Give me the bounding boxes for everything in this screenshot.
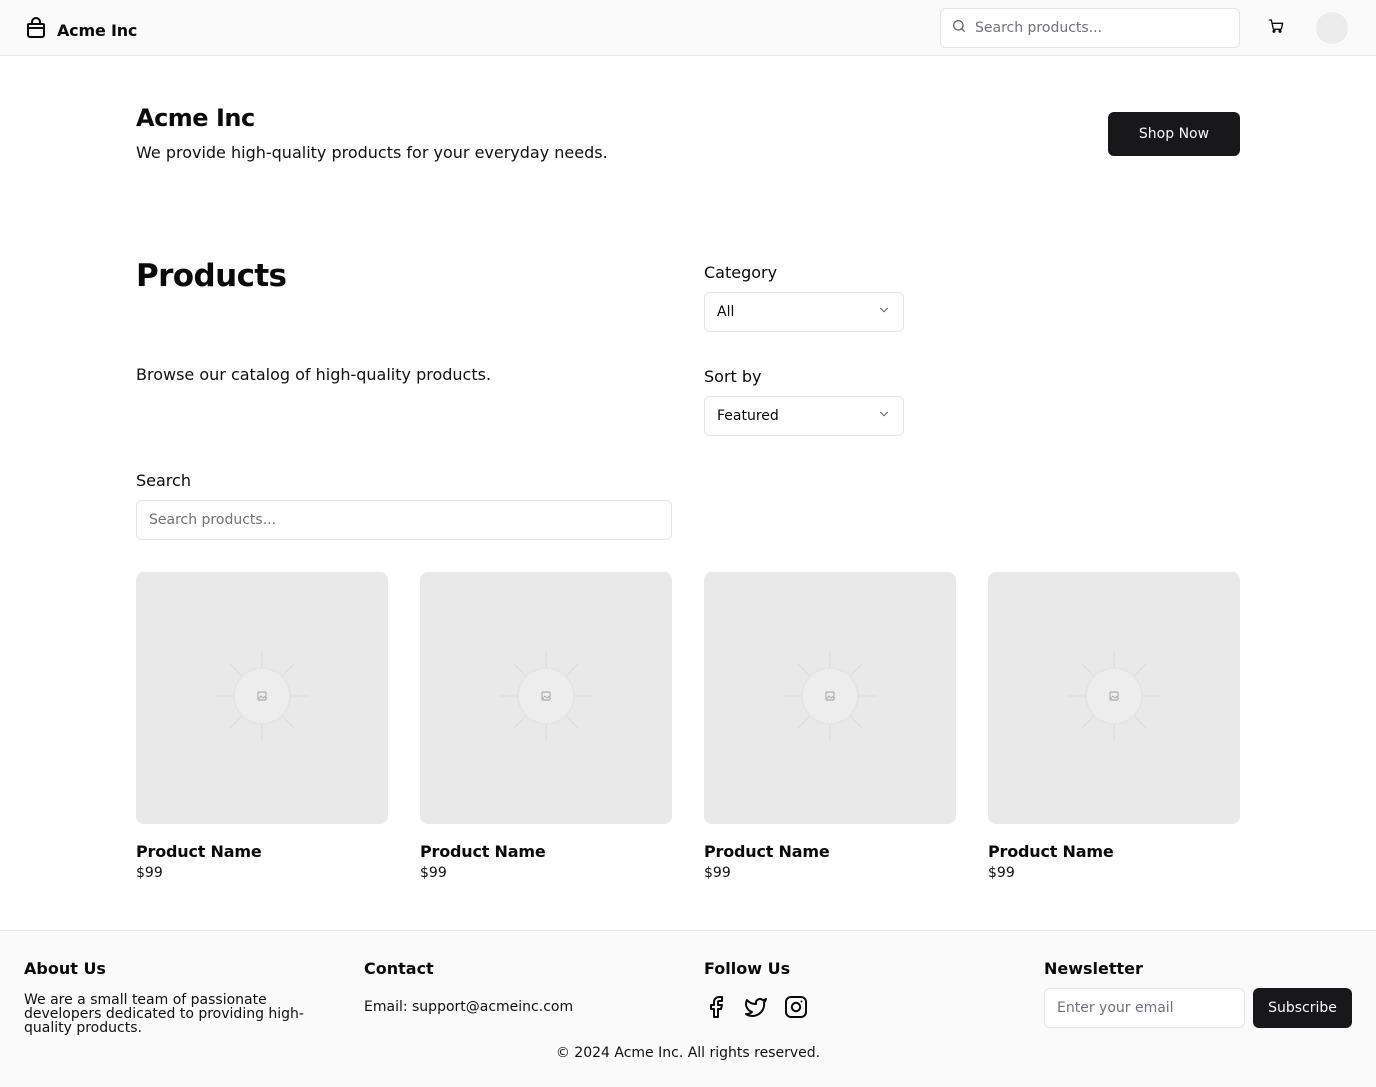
social-links xyxy=(704,995,808,1019)
product-search-input[interactable] xyxy=(136,500,672,540)
header-search[interactable] xyxy=(940,8,1240,48)
product-name: Product Name xyxy=(136,842,262,861)
category-select-value: All xyxy=(717,304,735,320)
shop-now-button[interactable]: Shop Now xyxy=(1108,112,1240,156)
newsletter-email-input[interactable] xyxy=(1044,988,1245,1028)
chevron-down-icon xyxy=(877,407,891,425)
image-placeholder-icon xyxy=(501,651,591,745)
shopping-cart-icon xyxy=(1268,18,1284,38)
hero-subtitle: We provide high-quality products for you… xyxy=(136,143,608,162)
image-placeholder-icon xyxy=(217,651,307,745)
product-price: $99 xyxy=(704,865,731,881)
product-image-placeholder xyxy=(704,572,956,824)
package-icon xyxy=(24,16,48,44)
avatar[interactable] xyxy=(1316,12,1348,44)
product-image-placeholder xyxy=(136,572,388,824)
image-placeholder-icon xyxy=(1069,651,1159,745)
product-name: Product Name xyxy=(704,842,830,861)
chevron-down-icon xyxy=(877,303,891,321)
category-label: Category xyxy=(704,263,778,282)
image-placeholder-icon xyxy=(785,651,875,745)
copyright: © 2024 Acme Inc. All rights reserved. xyxy=(555,1045,821,1061)
product-image-placeholder xyxy=(420,572,672,824)
contact-email: Email: support@acmeinc.com xyxy=(364,999,574,1015)
product-price: $99 xyxy=(988,865,1015,881)
top-navbar: Acme Inc xyxy=(0,0,1376,56)
search-label: Search xyxy=(136,471,191,490)
footer: About Us We are a small team of passiona… xyxy=(0,930,1376,1087)
product-price: $99 xyxy=(420,865,447,881)
products-title: Products xyxy=(136,258,287,294)
category-select[interactable]: All xyxy=(704,292,904,332)
brand-name: Acme Inc xyxy=(57,20,138,40)
hero-title: Acme Inc xyxy=(136,104,255,132)
header-search-input[interactable] xyxy=(975,20,1225,36)
product-card[interactable]: Product Name $99 xyxy=(136,572,388,881)
product-card[interactable]: Product Name $99 xyxy=(988,572,1240,881)
facebook-icon[interactable] xyxy=(704,995,728,1019)
product-name: Product Name xyxy=(988,842,1114,861)
product-image-placeholder xyxy=(988,572,1240,824)
product-name: Product Name xyxy=(420,842,546,861)
cart-button[interactable] xyxy=(1262,14,1290,42)
newsletter-heading: Newsletter xyxy=(1044,959,1143,978)
product-card[interactable]: Product Name $99 xyxy=(704,572,956,881)
twitter-icon[interactable] xyxy=(744,995,768,1019)
follow-heading: Follow Us xyxy=(704,959,791,978)
contact-heading: Contact xyxy=(364,959,434,978)
brand[interactable]: Acme Inc xyxy=(24,16,137,44)
search-icon xyxy=(951,18,967,38)
product-card[interactable]: Product Name $99 xyxy=(420,572,672,881)
product-price: $99 xyxy=(136,865,163,881)
about-heading: About Us xyxy=(24,959,106,978)
subscribe-button[interactable]: Subscribe xyxy=(1253,988,1352,1028)
sort-select-value: Featured xyxy=(717,408,779,424)
sort-select[interactable]: Featured xyxy=(704,396,904,436)
sort-label: Sort by xyxy=(704,367,762,386)
about-text: We are a small team of passionate develo… xyxy=(24,992,304,1036)
instagram-icon[interactable] xyxy=(784,995,808,1019)
products-subtitle: Browse our catalog of high-quality produ… xyxy=(136,365,492,384)
